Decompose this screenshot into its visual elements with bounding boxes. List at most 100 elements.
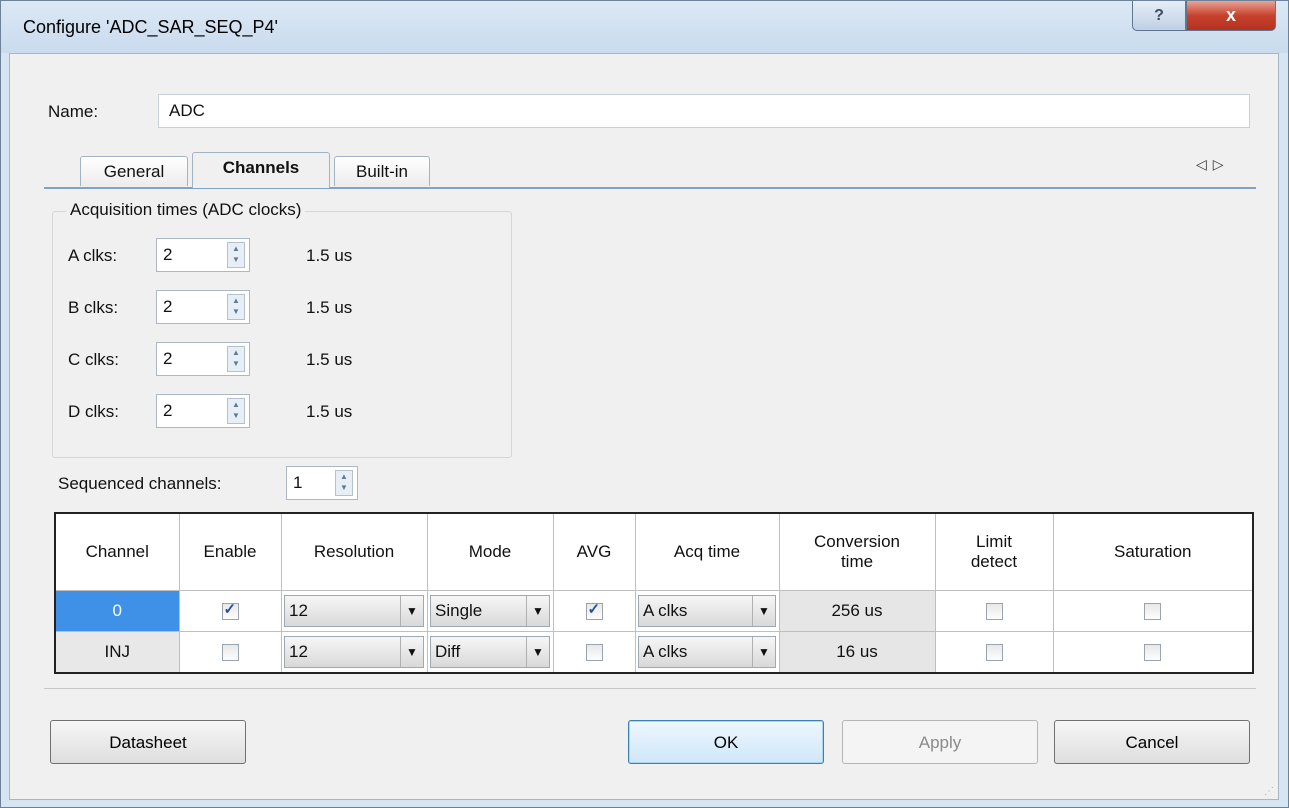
a-clks-label: A clks: [68,246,118,265]
spin-arrows-icon[interactable]: ▲ ▼ [335,470,353,496]
sequenced-channels-label: Sequenced channels: [58,474,222,493]
resolution-value: 12 [289,601,308,620]
mode-cell: Single ▼ [426,590,554,632]
column-header: Limit detect [934,512,1054,591]
title-bar: Configure 'ADC_SAR_SEQ_P4' ? x [1,1,1288,53]
acquisition-group [52,211,512,458]
column-header: Channel [54,512,180,591]
mode-value: Diff [435,642,461,661]
column-header: Acq time [634,512,780,591]
cancel-button[interactable]: Cancel [1054,720,1250,764]
avg-checkbox[interactable] [585,644,603,662]
resize-grip-icon[interactable]: ⋰ [1264,786,1274,797]
name-label: Name: [48,102,99,121]
a-clks-spinner[interactable]: 2 ▲ ▼ [156,238,250,272]
chevron-down-icon[interactable]: ▼ [400,637,423,667]
name-field[interactable]: ADC [158,94,1250,128]
resolution-dropdown[interactable]: 12 ▼ [284,595,424,627]
acquisition-group-title: Acquisition times (ADC clocks) [66,200,306,220]
close-button[interactable]: x [1186,1,1276,31]
mode-dropdown[interactable]: Single ▼ [430,595,550,627]
sequenced-channels-value: 1 [293,473,303,492]
enable-cell [178,631,282,674]
c-clks-value: 2 [163,349,173,368]
spin-arrows-icon[interactable]: ▲ ▼ [227,398,245,424]
a-clks-value: 2 [163,245,173,264]
spin-arrows-icon[interactable]: ▲ ▼ [227,294,245,320]
c-clks-time: 1.5 us [306,350,353,369]
limit-detect-cell [934,590,1054,632]
column-header: Enable [178,512,282,591]
window-title: Configure 'ADC_SAR_SEQ_P4' [23,17,278,37]
mode-cell: Diff ▼ [426,631,554,674]
saturation-checkbox[interactable] [1144,603,1162,621]
table-header-row: Channel Enable Resolution Mode AVG Acq t… [54,512,1254,591]
ok-button[interactable]: OK [628,720,824,764]
limit-detect-checkbox[interactable] [985,603,1003,621]
enable-checkbox[interactable] [221,600,239,621]
chevron-down-icon[interactable]: ▼ [752,596,775,626]
tab-scroll-right-icon[interactable]: ▷ [1213,156,1230,172]
b-clks-value: 2 [163,297,173,316]
channels-table: Channel Enable Resolution Mode AVG Acq t… [54,512,1254,674]
resolution-value: 12 [289,642,308,661]
limit-detect-checkbox[interactable] [985,644,1003,662]
column-header: Conversion time [778,512,936,591]
b-clks-time: 1.5 us [306,298,353,317]
chevron-down-icon[interactable]: ▼ [526,596,549,626]
help-button[interactable]: ? [1132,1,1186,31]
resolution-dropdown[interactable]: 12 ▼ [284,636,424,668]
table-row[interactable]: 0 12 ▼ Single ▼ A clks ▼ 256 us [54,590,1254,632]
mode-dropdown[interactable]: Diff ▼ [430,636,550,668]
tab-scroll-left-icon[interactable]: ◁ [1196,156,1213,172]
enable-checkbox[interactable] [221,644,239,662]
tab-channels-label: Channels [222,158,300,177]
resolution-cell: 12 ▼ [280,590,428,632]
c-clks-label: C clks: [68,350,119,369]
d-clks-value: 2 [163,401,173,420]
chevron-down-icon[interactable]: ▼ [526,637,549,667]
button-separator [44,688,1256,689]
datasheet-button[interactable]: Datasheet [50,720,246,764]
avg-cell [552,590,636,632]
tab-channels[interactable]: Channels [192,152,330,188]
avg-checkbox[interactable] [585,600,603,621]
avg-cell [552,631,636,674]
tab-scroll-arrows: ◁▷ [1196,156,1230,173]
tab-general[interactable]: General [80,156,188,186]
channel-cell[interactable]: 0 [54,590,180,632]
acq-time-dropdown[interactable]: A clks ▼ [638,595,776,627]
resolution-cell: 12 ▼ [280,631,428,674]
acq-time-value: A clks [643,601,688,620]
d-clks-spinner[interactable]: 2 ▲ ▼ [156,394,250,428]
table-row[interactable]: INJ 12 ▼ Diff ▼ A clks ▼ 16 us [54,631,1254,674]
column-header: Mode [426,512,554,591]
b-clks-label: B clks: [68,298,119,317]
column-header: AVG [552,512,636,591]
enable-cell [178,590,282,632]
b-clks-spinner[interactable]: 2 ▲ ▼ [156,290,250,324]
saturation-cell [1052,590,1254,632]
tab-general-label: General [103,162,165,181]
spin-arrows-icon[interactable]: ▲ ▼ [227,242,245,268]
column-header: Resolution [280,512,428,591]
spin-arrows-icon[interactable]: ▲ ▼ [227,346,245,372]
acq-time-cell: A clks ▼ [634,590,780,632]
apply-button[interactable]: Apply [842,720,1038,764]
c-clks-spinner[interactable]: 2 ▲ ▼ [156,342,250,376]
saturation-checkbox[interactable] [1144,644,1162,662]
channel-cell[interactable]: INJ [54,631,180,674]
tab-built-in[interactable]: Built-in [334,156,430,186]
acq-time-value: A clks [643,642,688,661]
dialog-body: Name: ADC General Channels Built-in ◁▷ A… [9,53,1279,800]
chevron-down-icon[interactable]: ▼ [752,637,775,667]
chevron-down-icon[interactable]: ▼ [400,596,423,626]
acq-time-dropdown[interactable]: A clks ▼ [638,636,776,668]
a-clks-time: 1.5 us [306,246,353,265]
conversion-time-cell: 16 us [778,631,936,674]
conversion-time-cell: 256 us [778,590,936,632]
column-header: Saturation [1052,512,1254,591]
d-clks-time: 1.5 us [306,402,353,421]
tab-built-in-label: Built-in [356,162,408,181]
sequenced-channels-spinner[interactable]: 1 ▲ ▼ [286,466,358,500]
